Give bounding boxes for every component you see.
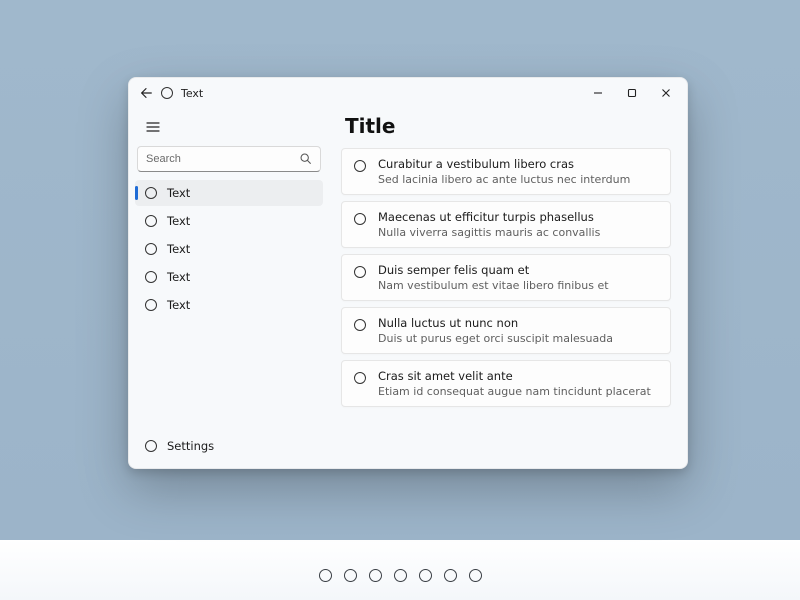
search-input[interactable] — [146, 153, 293, 165]
card-subtitle: Nam vestibulum est vitae libero finibus … — [378, 279, 609, 292]
titlebar: Text — [129, 78, 687, 108]
minimize-button[interactable] — [581, 79, 615, 107]
card-title: Cras sit amet velit ante — [378, 369, 651, 383]
content-area: Title Curabitur a vestibulum libero cras… — [329, 108, 687, 468]
nav-item[interactable]: Text — [135, 208, 323, 234]
hamburger-icon — [146, 121, 160, 133]
card-title: Nulla luctus ut nunc non — [378, 316, 613, 330]
card-text: Duis semper felis quam et Nam vestibulum … — [378, 263, 609, 292]
list-card[interactable]: Cras sit amet velit ante Etiam id consequ… — [341, 360, 671, 407]
card-title: Duis semper felis quam et — [378, 263, 609, 277]
sidebar: Text Text Text Text Text Settings — [129, 108, 329, 468]
circle-icon — [354, 213, 366, 225]
card-list: Curabitur a vestibulum libero cras Sed la… — [341, 148, 671, 407]
titlebar-left: Text — [139, 86, 203, 100]
nav-item-label: Text — [167, 270, 190, 284]
maximize-icon — [627, 88, 637, 98]
circle-icon — [145, 187, 157, 199]
card-subtitle: Duis ut purus eget orci suscipit malesua… — [378, 332, 613, 345]
app-window: Text TextTextTextTextTe — [128, 77, 688, 469]
list-card[interactable]: Duis semper felis quam et Nam vestibulum … — [341, 254, 671, 301]
card-subtitle: Nulla viverra sagittis mauris ac convall… — [378, 226, 600, 239]
nav-item[interactable]: Text — [135, 292, 323, 318]
list-card[interactable]: Curabitur a vestibulum libero cras Sed la… — [341, 148, 671, 195]
nav-item-label: Text — [167, 242, 190, 256]
indicator-dot[interactable] — [319, 569, 332, 582]
page-title: Title — [345, 114, 671, 138]
arrow-left-icon — [139, 86, 153, 100]
nav-item[interactable]: Text — [135, 236, 323, 262]
indicator-dot[interactable] — [444, 569, 457, 582]
nav-item-label: Text — [167, 214, 190, 228]
circle-icon — [145, 243, 157, 255]
settings-nav-item[interactable]: Settings — [135, 432, 323, 460]
nav-item-label: Text — [167, 298, 190, 312]
card-title: Curabitur a vestibulum libero cras — [378, 157, 630, 171]
nav-item[interactable]: Text — [135, 180, 323, 206]
back-button[interactable] — [139, 86, 153, 100]
circle-icon — [354, 160, 366, 172]
list-card[interactable]: Maecenas ut efficitur turpis phasellus Nu… — [341, 201, 671, 248]
nav-toggle-button[interactable] — [139, 114, 167, 140]
minimize-icon — [593, 88, 603, 98]
card-text: Maecenas ut efficitur turpis phasellus Nu… — [378, 210, 600, 239]
indicator-dot[interactable] — [469, 569, 482, 582]
nav-item[interactable]: Text — [135, 264, 323, 290]
indicator-dot[interactable] — [369, 569, 382, 582]
indicator-dot[interactable] — [419, 569, 432, 582]
indicator-dot[interactable] — [344, 569, 357, 582]
circle-icon — [145, 440, 157, 452]
nav-item-label: Text — [167, 186, 190, 200]
settings-label: Settings — [167, 439, 214, 453]
close-icon — [661, 88, 671, 98]
list-card[interactable]: Nulla luctus ut nunc non Duis ut purus eg… — [341, 307, 671, 354]
card-subtitle: Etiam id consequat augue nam tincidunt p… — [378, 385, 651, 398]
circle-icon — [145, 271, 157, 283]
app-icon — [161, 87, 173, 99]
indicator-dot[interactable] — [394, 569, 407, 582]
card-subtitle: Sed lacinia libero ac ante luctus nec in… — [378, 173, 630, 186]
search-box[interactable] — [137, 146, 321, 172]
page-indicator — [0, 560, 800, 590]
circle-icon — [354, 372, 366, 384]
nav-list: Text Text Text Text Text — [135, 180, 323, 318]
card-text: Nulla luctus ut nunc non Duis ut purus eg… — [378, 316, 613, 345]
circle-icon — [354, 266, 366, 278]
maximize-button[interactable] — [615, 79, 649, 107]
window-title: Text — [181, 87, 203, 100]
card-title: Maecenas ut efficitur turpis phasellus — [378, 210, 600, 224]
circle-icon — [145, 215, 157, 227]
circle-icon — [145, 299, 157, 311]
search-icon — [299, 150, 312, 169]
close-button[interactable] — [649, 79, 683, 107]
card-text: Cras sit amet velit ante Etiam id consequ… — [378, 369, 651, 398]
card-text: Curabitur a vestibulum libero cras Sed la… — [378, 157, 630, 186]
circle-icon — [354, 319, 366, 331]
